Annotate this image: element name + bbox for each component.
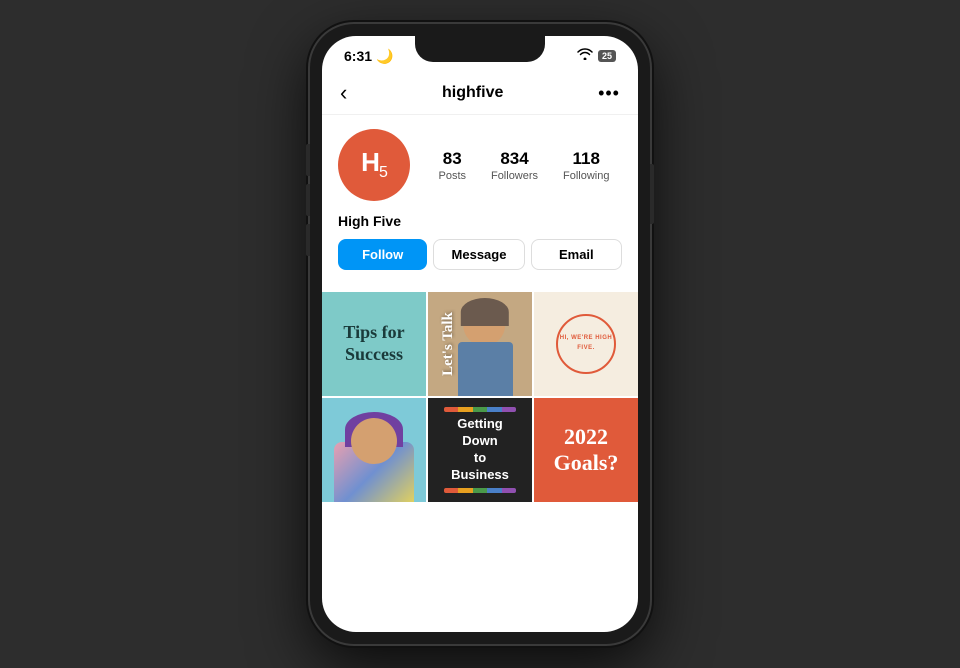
goals-text: 2022Goals? (554, 424, 619, 477)
posts-grid: Tips forSuccess Let's Talk HI, WE'RE HIG… (322, 292, 638, 502)
post-business[interactable]: GettingDowntoBusiness (428, 398, 532, 502)
followers-count: 834 (500, 149, 528, 169)
post-tips-text: Tips forSuccess (335, 314, 412, 373)
posts-stat[interactable]: 83 Posts (438, 149, 466, 182)
lets-talk-text: Let's Talk (440, 312, 457, 376)
moon-icon: 🌙 (376, 48, 393, 65)
profile-header: H5 83 Posts 834 Followers 118 Following (338, 129, 622, 201)
back-button[interactable]: ‹ (340, 80, 347, 106)
follow-button[interactable]: Follow (338, 239, 427, 270)
phone-screen: 6:31 🌙 25 ‹ highfive ••• (322, 36, 638, 632)
time-display: 6:31 (344, 48, 372, 64)
followers-stat[interactable]: 834 Followers (491, 149, 538, 182)
phone-notch (415, 36, 545, 62)
posts-count: 83 (443, 149, 462, 169)
action-buttons: Follow Message Email (338, 239, 622, 270)
post-tips-success[interactable]: Tips forSuccess (322, 292, 426, 396)
post-2022-goals[interactable]: 2022Goals? (534, 398, 638, 502)
avatar: H5 (338, 129, 410, 201)
hi-text: HI, WE'RE HIGH FIVE. (558, 334, 614, 353)
status-time: 6:31 🌙 (344, 48, 393, 65)
posts-label: Posts (438, 170, 466, 182)
stats-row: 83 Posts 834 Followers 118 Following (426, 149, 622, 182)
post-hi-highfive[interactable]: HI, WE'RE HIGH FIVE. (534, 292, 638, 396)
phone-device: 6:31 🌙 25 ‹ highfive ••• (310, 24, 650, 644)
person-head (351, 418, 397, 464)
avatar-initials: H5 (361, 147, 387, 182)
nav-bar: ‹ highfive ••• (322, 72, 638, 115)
wifi-icon (577, 47, 593, 65)
post-person-photo[interactable] (322, 398, 426, 502)
circle-outline: HI, WE'RE HIGH FIVE. (556, 314, 616, 374)
email-button[interactable]: Email (531, 239, 622, 270)
rainbow-bar-top (444, 407, 517, 412)
following-count: 118 (573, 149, 600, 169)
business-text: GettingDowntoBusiness (451, 416, 509, 484)
post-lets-talk[interactable]: Let's Talk (428, 292, 532, 396)
followers-label: Followers (491, 170, 538, 182)
following-stat[interactable]: 118 Following (563, 149, 609, 182)
more-button[interactable]: ••• (598, 83, 620, 104)
profile-section: H5 83 Posts 834 Followers 118 Following (322, 115, 638, 292)
profile-name: High Five (338, 213, 622, 229)
following-label: Following (563, 170, 609, 182)
battery-display: 25 (598, 50, 616, 62)
rainbow-bar-bottom (444, 488, 517, 493)
page-title: highfive (442, 84, 503, 102)
message-button[interactable]: Message (433, 239, 524, 270)
status-icons: 25 (577, 47, 616, 65)
